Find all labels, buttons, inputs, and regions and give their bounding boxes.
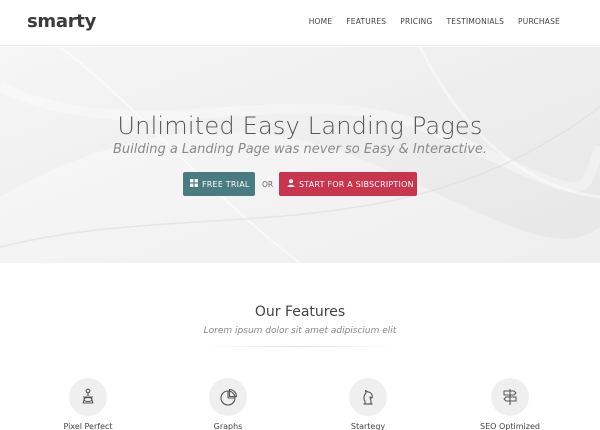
subscribe-button[interactable]: START FOR A SIBSCRIPTION <box>279 172 417 196</box>
feature-icon-circle <box>69 378 107 416</box>
feature-pixel-perfect: Pixel Perfect <box>28 378 148 430</box>
features-subtitle: Lorem ipsum dolor sit amet adipiscium el… <box>203 326 397 336</box>
grid-icon <box>190 179 198 189</box>
hero-subtitle: Building a Landing Page was never so Eas… <box>112 142 488 157</box>
hero-title: Unlimited Easy Landing Pages <box>117 112 483 140</box>
nav-purchase[interactable]: PURCHASE <box>518 17 560 26</box>
feature-icon-circle <box>209 378 247 416</box>
site-header: smarty HOME FEATURES PRICING TESTIMONIAL… <box>0 0 600 46</box>
feature-icon-circle <box>491 378 529 416</box>
feature-label: Pixel Perfect <box>63 422 113 430</box>
nav-features[interactable]: FEATURES <box>346 17 386 26</box>
feature-label: SEO Optimized <box>480 422 540 430</box>
pie-chart-icon <box>220 388 238 406</box>
free-trial-button[interactable]: FREE TRIAL <box>183 172 255 196</box>
features-title: Our Features <box>254 304 346 320</box>
hero-section: Unlimited Easy Landing Pages Building a … <box>0 47 600 263</box>
free-trial-label: FREE TRIAL <box>202 179 250 189</box>
feature-graphs: Graphs <box>168 378 288 430</box>
nav-pricing[interactable]: PRICING <box>400 17 432 26</box>
feature-strategy: Startegy <box>308 378 428 430</box>
pixel-perfect-icon <box>82 388 94 404</box>
feature-label: Graphs <box>213 422 243 430</box>
site-logo[interactable]: smarty <box>27 11 96 32</box>
feature-seo-optimized: SEO Optimized <box>450 378 570 430</box>
or-separator: OR <box>262 180 274 189</box>
signpost-icon <box>503 389 517 405</box>
section-divider <box>200 346 400 347</box>
nav-home[interactable]: HOME <box>309 17 333 26</box>
subscribe-label: START FOR A SIBSCRIPTION <box>299 179 414 189</box>
chess-knight-icon <box>363 389 373 405</box>
nav-testimonials[interactable]: TESTIMONIALS <box>446 17 504 26</box>
feature-label: Startegy <box>350 422 386 430</box>
user-icon <box>287 179 295 189</box>
feature-icon-circle <box>349 378 387 416</box>
main-nav: HOME FEATURES PRICING TESTIMONIALS PURCH… <box>309 17 560 26</box>
